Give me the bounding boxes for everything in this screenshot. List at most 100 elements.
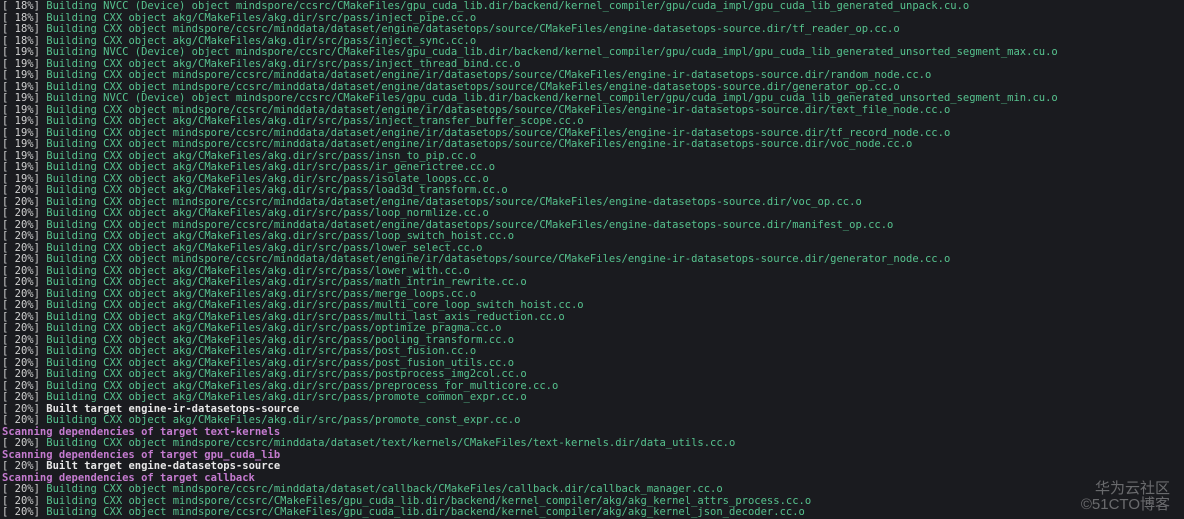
pct-value: 18% — [15, 0, 34, 12]
pct-bracket-close: ] — [34, 150, 47, 162]
build-text: Building CXX object mindspore/ccsrc/CMak… — [46, 495, 811, 507]
pct-bracket-close: ] — [34, 12, 47, 24]
pct-bracket-close: ] — [34, 380, 47, 392]
build-text: Building CXX object akg/CMakeFiles/akg.d… — [46, 414, 520, 426]
pct-bracket: [ — [2, 414, 15, 426]
pct-bracket: [ — [2, 368, 15, 380]
pct-bracket-close: ] — [34, 92, 47, 104]
pct-bracket: [ — [2, 460, 15, 472]
scan-text: Scanning dependencies of target callback — [2, 472, 255, 484]
pct-bracket: [ — [2, 288, 15, 300]
pct-value: 19% — [15, 161, 34, 173]
pct-bracket: [ — [2, 0, 15, 12]
pct-value: 19% — [15, 92, 34, 104]
pct-value: 20% — [15, 437, 34, 449]
build-text: Building CXX object mindspore/ccsrc/mind… — [46, 196, 861, 208]
scan-text: Scanning dependencies of target text-ker… — [2, 426, 280, 438]
pct-bracket-close: ] — [34, 161, 47, 173]
pct-bracket: [ — [2, 81, 15, 93]
pct-bracket: [ — [2, 242, 15, 254]
pct-value: 20% — [15, 288, 34, 300]
pct-bracket: [ — [2, 265, 15, 277]
pct-bracket: [ — [2, 46, 15, 58]
pct-bracket-close: ] — [34, 414, 47, 426]
pct-bracket: [ — [2, 299, 15, 311]
build-text: Building NVCC (Device) object mindspore/… — [46, 92, 1057, 104]
pct-bracket: [ — [2, 58, 15, 70]
build-text: Building CXX object akg/CMakeFiles/akg.d… — [46, 173, 489, 185]
pct-bracket-close: ] — [34, 81, 47, 93]
pct-value: 20% — [15, 207, 34, 219]
pct-bracket: [ — [2, 92, 15, 104]
pct-value: 20% — [15, 334, 34, 346]
pct-bracket: [ — [2, 334, 15, 346]
pct-bracket-close: ] — [34, 104, 47, 116]
pct-bracket: [ — [2, 311, 15, 323]
pct-value: 20% — [15, 242, 34, 254]
pct-bracket-close: ] — [34, 460, 47, 472]
build-text: Building CXX object mindspore/ccsrc/mind… — [46, 23, 899, 35]
build-text: Building CXX object mindspore/ccsrc/mind… — [46, 81, 899, 93]
pct-value: 19% — [15, 46, 34, 58]
pct-value: 18% — [15, 12, 34, 24]
pct-value: 19% — [15, 127, 34, 139]
pct-bracket-close: ] — [34, 288, 47, 300]
pct-value: 19% — [15, 150, 34, 162]
pct-bracket-close: ] — [34, 184, 47, 196]
pct-bracket-close: ] — [34, 0, 47, 12]
scan-text: Scanning dependencies of target gpu_cuda… — [2, 449, 280, 461]
pct-bracket-close: ] — [34, 334, 47, 346]
build-text: Building CXX object akg/CMakeFiles/akg.d… — [46, 265, 470, 277]
build-text: Building CXX object akg/CMakeFiles/akg.d… — [46, 391, 526, 403]
pct-value: 18% — [15, 35, 34, 47]
pct-bracket: [ — [2, 161, 15, 173]
pct-bracket-close: ] — [34, 219, 47, 231]
pct-bracket-close: ] — [34, 357, 47, 369]
pct-bracket-close: ] — [34, 127, 47, 139]
pct-bracket: [ — [2, 276, 15, 288]
build-text: Building CXX object mindspore/ccsrc/mind… — [46, 104, 950, 116]
build-text: Building NVCC (Device) object mindspore/… — [46, 0, 969, 12]
pct-value: 20% — [15, 506, 34, 518]
pct-bracket-close: ] — [34, 391, 47, 403]
pct-bracket-close: ] — [34, 230, 47, 242]
pct-value: 20% — [15, 483, 34, 495]
build-text: Building CXX object akg/CMakeFiles/akg.d… — [46, 288, 476, 300]
build-text: Building CXX object akg/CMakeFiles/akg.d… — [46, 276, 526, 288]
pct-bracket: [ — [2, 230, 15, 242]
build-text: Building CXX object akg/CMakeFiles/akg.d… — [46, 12, 476, 24]
pct-value: 20% — [15, 322, 34, 334]
build-text: Building CXX object mindspore/ccsrc/mind… — [46, 69, 931, 81]
build-text: Building CXX object akg/CMakeFiles/akg.d… — [46, 242, 482, 254]
pct-bracket: [ — [2, 127, 15, 139]
pct-bracket: [ — [2, 345, 15, 357]
pct-value: 20% — [15, 380, 34, 392]
pct-bracket: [ — [2, 506, 15, 518]
pct-bracket-close: ] — [34, 35, 47, 47]
pct-value: 20% — [15, 345, 34, 357]
pct-value: 20% — [15, 184, 34, 196]
pct-bracket-close: ] — [34, 322, 47, 334]
pct-bracket: [ — [2, 12, 15, 24]
build-text: Building CXX object akg/CMakeFiles/akg.d… — [46, 184, 507, 196]
pct-value: 20% — [15, 460, 34, 472]
pct-value: 19% — [15, 81, 34, 93]
pct-value: 19% — [15, 69, 34, 81]
build-text: Building CXX object akg/CMakeFiles/akg.d… — [46, 150, 476, 162]
built-target-text: Built target engine-datasetops-source — [46, 460, 280, 472]
pct-bracket: [ — [2, 207, 15, 219]
pct-value: 19% — [15, 104, 34, 116]
pct-bracket: [ — [2, 483, 15, 495]
pct-bracket-close: ] — [34, 173, 47, 185]
build-text: Building NVCC (Device) object mindspore/… — [46, 46, 1057, 58]
pct-value: 20% — [15, 299, 34, 311]
pct-value: 18% — [15, 23, 34, 35]
pct-value: 20% — [15, 357, 34, 369]
pct-value: 19% — [15, 58, 34, 70]
pct-bracket-close: ] — [34, 276, 47, 288]
pct-bracket: [ — [2, 35, 15, 47]
pct-bracket: [ — [2, 138, 15, 150]
terminal-output: [ 18%] Building NVCC (Device) object min… — [0, 0, 1184, 519]
pct-value: 20% — [15, 414, 34, 426]
pct-value: 20% — [15, 368, 34, 380]
